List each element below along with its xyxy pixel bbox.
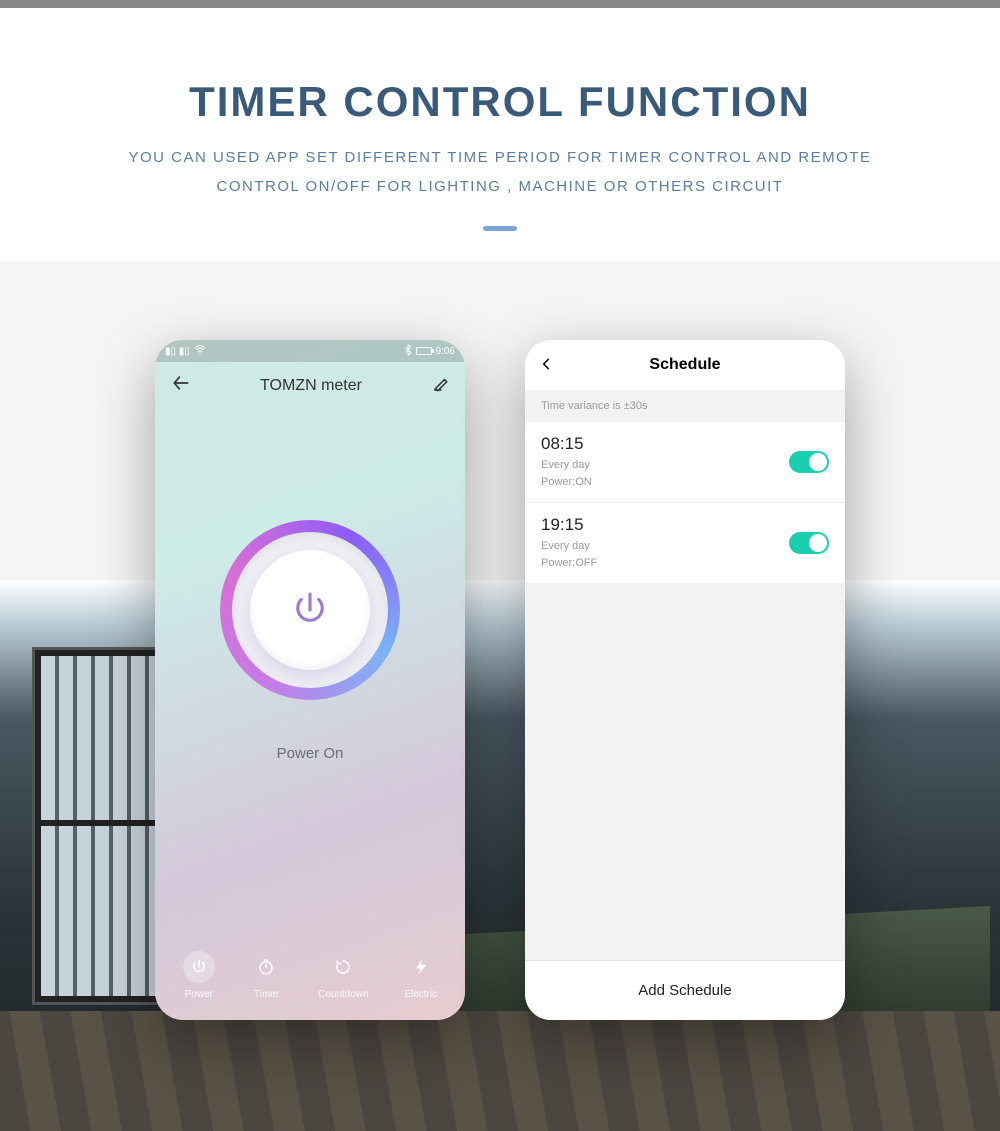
tab-electric[interactable]: Electric bbox=[404, 951, 437, 1000]
battery-icon bbox=[416, 347, 432, 355]
schedule-power: Power:OFF bbox=[541, 555, 597, 572]
tab-bar: Power Timer Countdown Electric bbox=[155, 939, 465, 1020]
app-title: TOMZN meter bbox=[260, 377, 362, 395]
signal-icon: ▮▯ ▮▯ bbox=[165, 346, 190, 357]
bolt-icon bbox=[412, 958, 430, 976]
schedule-header: Schedule bbox=[525, 340, 845, 390]
tab-timer[interactable]: Timer bbox=[250, 951, 282, 1000]
tab-label: Timer bbox=[254, 989, 279, 1000]
tab-label: Countdown bbox=[318, 989, 369, 1000]
edit-icon[interactable] bbox=[431, 375, 449, 398]
tab-countdown[interactable]: Countdown bbox=[318, 951, 369, 1000]
add-schedule-button[interactable]: Add Schedule bbox=[525, 960, 845, 1020]
hero-divider bbox=[483, 226, 517, 231]
hero-title: TIMER CONTROL FUNCTION bbox=[40, 78, 960, 126]
schedule-note: Time variance is ±30s bbox=[525, 390, 845, 422]
schedule-title: Schedule bbox=[649, 356, 720, 374]
power-icon bbox=[289, 589, 331, 631]
power-ring bbox=[220, 520, 400, 700]
schedule-power: Power:ON bbox=[541, 474, 592, 491]
schedule-item[interactable]: 08:15 Every day Power:ON bbox=[525, 422, 845, 503]
schedule-repeat: Every day bbox=[541, 538, 597, 555]
timer-icon bbox=[257, 958, 275, 976]
wifi-icon bbox=[194, 345, 206, 358]
tab-power[interactable]: Power bbox=[183, 951, 215, 1000]
status-time: 9:06 bbox=[436, 346, 455, 357]
schedule-toggle[interactable] bbox=[789, 451, 829, 473]
hero: TIMER CONTROL FUNCTION YOU CAN USED APP … bbox=[0, 8, 1000, 261]
schedule-time: 19:15 bbox=[541, 515, 597, 535]
schedule-toggle[interactable] bbox=[789, 532, 829, 554]
tab-label: Electric bbox=[404, 989, 437, 1000]
schedule-item[interactable]: 19:15 Every day Power:OFF bbox=[525, 503, 845, 584]
schedule-body bbox=[525, 584, 845, 960]
status-bar: ▮▯ ▮▯ 9:06 bbox=[155, 340, 465, 362]
countdown-icon bbox=[334, 958, 352, 976]
app-bar: TOMZN meter bbox=[155, 362, 465, 410]
phone-power-control: ▮▯ ▮▯ 9:06 TOMZN meter bbox=[155, 340, 465, 1020]
power-status-label: Power On bbox=[155, 745, 465, 762]
hero-subtitle: YOU CAN USED APP SET DIFFERENT TIME PERI… bbox=[100, 144, 900, 201]
phone-schedule: Schedule Time variance is ±30s 08:15 Eve… bbox=[525, 340, 845, 1020]
schedule-time: 08:15 bbox=[541, 434, 592, 454]
power-icon bbox=[190, 958, 208, 976]
back-icon[interactable] bbox=[539, 354, 553, 377]
back-icon[interactable] bbox=[171, 373, 191, 399]
schedule-repeat: Every day bbox=[541, 457, 592, 474]
bluetooth-icon bbox=[404, 344, 412, 359]
tab-label: Power bbox=[185, 989, 213, 1000]
decorative-bar bbox=[0, 0, 1000, 8]
power-button[interactable] bbox=[250, 550, 370, 670]
